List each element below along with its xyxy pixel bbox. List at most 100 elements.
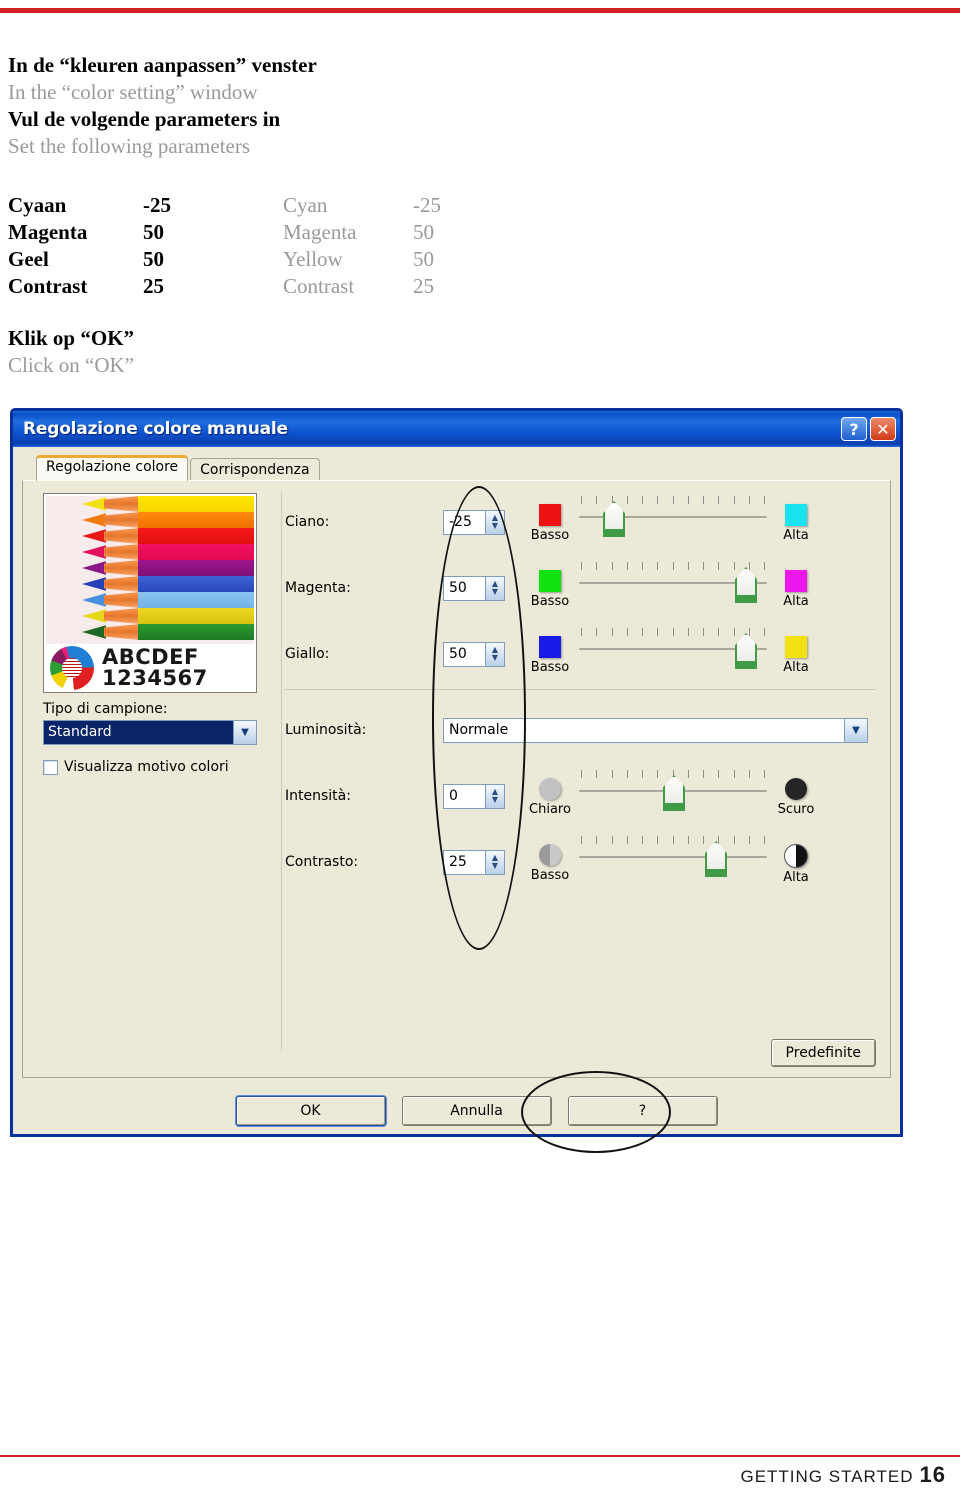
final-step-block: Klik op “OK” Click on “OK” [8,325,134,379]
luminosita-select[interactable]: Normale ▼ [443,717,868,743]
sample-type-select[interactable]: Standard ▼ [43,720,257,745]
sample-swatch-row: ABCDEF 1234567 [46,644,254,692]
dialog-title: Regolazione colore manuale [23,419,288,439]
magenta-spinner[interactable]: 50 ▲ ▼ [443,575,505,601]
table-row: Magenta 50 Magenta 50 [8,219,528,246]
giallo-slider[interactable] [577,626,769,682]
magenta-slider[interactable] [577,560,769,616]
table-row: Geel 50 Yellow 50 [8,246,528,273]
slider-track [579,856,767,858]
instruction-1-en: In the “color setting” window [8,80,258,104]
manual-color-adjustment-dialog: Regolazione colore manuale ? ✕ Regolazio… [10,408,903,1137]
control-row-ciano: Ciano: -25 ▲ ▼ Basso Alta [285,489,880,555]
footer-label: GETTING STARTED [740,1467,914,1486]
dialog-titlebar: Regolazione colore manuale ? ✕ [13,411,900,447]
ok-button[interactable]: OK [235,1096,386,1126]
sample-preview: ABCDEF 1234567 [43,493,257,693]
pie-chart-icon [50,646,94,690]
defaults-button-wrap: Predefinite [770,1039,876,1067]
instruction-2-en: Set the following parameters [8,134,251,158]
chevron-down-icon: ▼ [233,721,256,744]
dialog-help-button[interactable]: ? [567,1096,718,1126]
ciano-high-end: Alta [769,494,823,543]
intensita-low-label: Chiaro [529,802,571,817]
param-value-en: 25 [413,274,434,298]
tab-regolazione-colore[interactable]: Regolazione colore [36,455,189,481]
param-label-en: Yellow [283,247,343,271]
color-pattern-checkbox-label: Visualizza motivo colori [64,759,229,775]
contrasto-low-end: Basso [523,834,577,883]
control-row-giallo: Giallo: 50 ▲ ▼ Basso Alta [285,621,880,687]
slider-thumb[interactable] [603,501,625,537]
slider-thumb[interactable] [735,633,757,669]
intensita-spinner[interactable]: 0 ▲ ▼ [443,783,505,809]
param-value-nl: 25 [143,274,164,298]
control-row-intensita: Intensità: 0 ▲ ▼ Chiaro Scuro [285,763,880,829]
dark-circle-icon [785,778,807,800]
magenta-slider-group: Basso Alta [523,560,823,616]
intensita-slider-group: Chiaro Scuro [523,768,823,824]
spinner-arrows-icon[interactable]: ▲ ▼ [485,642,504,666]
spinner-arrows-icon[interactable]: ▲ ▼ [485,850,504,874]
magenta-low-end: Basso [523,560,577,609]
ciano-value: -25 [449,514,472,530]
slider-thumb[interactable] [705,841,727,877]
slider-thumb[interactable] [735,567,757,603]
help-icon[interactable]: ? [841,417,867,441]
slider-thumb[interactable] [663,775,685,811]
magenta-high-label: Alta [783,594,809,609]
half-circle-high-icon [784,844,808,868]
sample-letters: ABCDEF [102,645,199,669]
page-number: 16 [919,1462,946,1487]
instruction-1-nl: In de “kleuren aanpassen” venster [8,53,317,77]
contrasto-value: 25 [449,854,467,870]
ciano-spinner[interactable]: -25 ▲ ▼ [443,509,505,535]
color-pattern-checkbox[interactable]: Visualizza motivo colori [43,759,265,775]
control-row-luminosita: Luminosità: Normale ▼ [285,697,880,763]
ciano-slider-group: Basso Alta [523,494,823,550]
contrasto-slider-group: Basso Alta [523,834,823,890]
half-circle-low-icon [539,844,561,866]
ciano-slider[interactable] [577,494,769,550]
giallo-spinner[interactable]: 50 ▲ ▼ [443,641,505,667]
cyan-swatch-icon [785,504,807,526]
param-label-nl: Contrast [8,274,88,298]
final-step-nl: Klik op “OK” [8,326,135,350]
magenta-low-label: Basso [530,594,570,609]
intensita-high-end: Scuro [769,768,823,817]
spinner-arrows-icon[interactable]: ▲ ▼ [485,784,504,808]
spinner-arrows-icon[interactable]: ▲ ▼ [485,510,504,534]
param-value-en: 50 [413,247,434,271]
preview-column: ABCDEF 1234567 Tipo di campione: Standar… [43,493,265,775]
param-value-nl: 50 [143,220,164,244]
spinner-arrows-icon[interactable]: ▲ ▼ [485,576,504,600]
giallo-value: 50 [449,646,467,662]
intensita-slider[interactable] [577,768,769,824]
table-row: Contrast 25 Contrast 25 [8,273,528,300]
horizontal-divider [285,689,876,690]
defaults-button[interactable]: Predefinite [770,1039,876,1067]
param-value-nl: -25 [143,193,171,217]
page-footer: GETTING STARTED 16 [740,1462,946,1488]
ciano-low-label: Basso [530,528,570,543]
contrasto-spinner[interactable]: 25 ▲ ▼ [443,849,505,875]
giallo-label: Giallo: [285,646,330,662]
vertical-divider [281,491,282,1051]
param-label-en: Contrast [283,274,355,298]
contrasto-low-label: Basso [530,868,570,883]
chevron-down-icon: ▼ [844,718,867,742]
instruction-2-nl: Vul de volgende parameters in [8,107,281,131]
tick-marks [581,836,765,844]
tick-marks [581,496,765,504]
sample-text: ABCDEF 1234567 [94,647,208,689]
giallo-high-end: Alta [769,626,823,675]
sample-type-label: Tipo di campione: [43,701,168,717]
sample-type-value: Standard [44,721,233,744]
contrasto-slider[interactable] [577,834,769,890]
intensita-low-end: Chiaro [523,768,577,817]
param-label-en: Magenta [283,220,357,244]
cancel-button[interactable]: Annulla [401,1096,552,1126]
tab-corrispondenza[interactable]: Corrispondenza [190,458,320,481]
pencils-image [46,496,254,644]
close-icon[interactable]: ✕ [870,417,896,441]
